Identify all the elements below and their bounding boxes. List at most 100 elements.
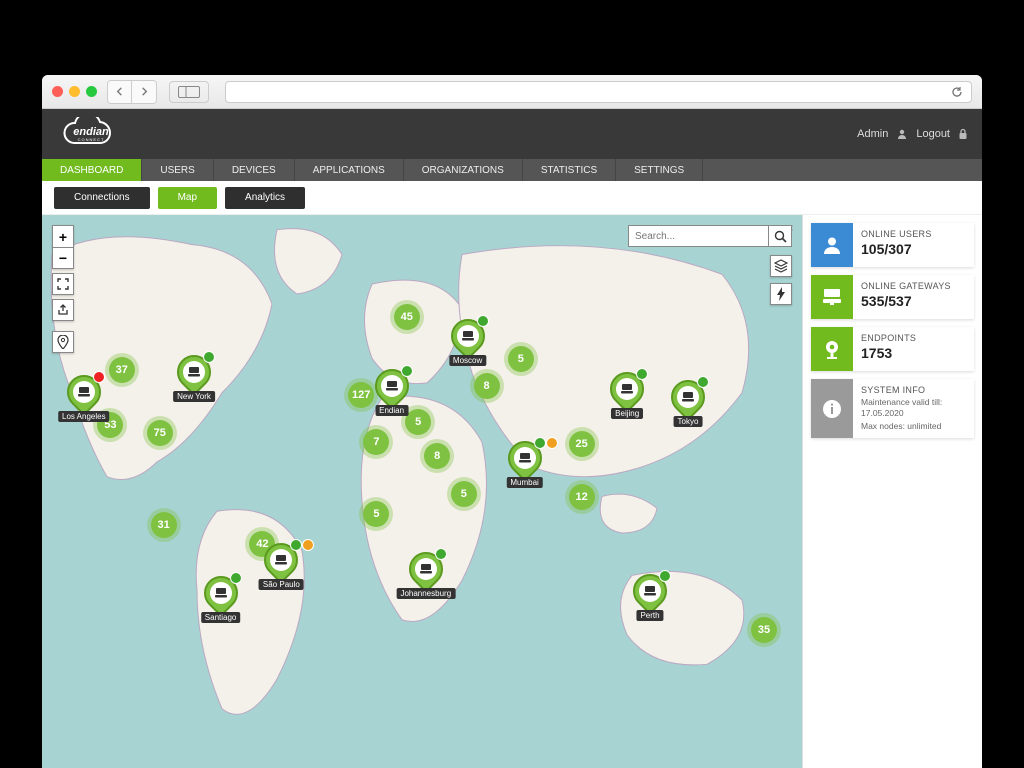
stat-card-endpoints[interactable]: ENDPOINTS 1753	[811, 327, 974, 371]
pin-label: Mumbai	[506, 477, 542, 488]
admin-link[interactable]: Admin	[857, 128, 888, 140]
cluster-bubble[interactable]: 8	[474, 373, 500, 399]
pin-label: São Paulo	[259, 579, 304, 590]
brand-logo[interactable]: endian CONNECT	[56, 117, 126, 151]
export-button[interactable]	[52, 299, 74, 321]
pin-icon	[57, 335, 69, 349]
status-ok-icon	[203, 351, 215, 363]
tab-settings[interactable]: SETTINGS	[616, 159, 703, 181]
cluster-bubble[interactable]: 37	[109, 357, 135, 383]
status-error-icon	[93, 371, 105, 383]
gateway-pin-tokyo[interactable]: Tokyo	[671, 380, 705, 414]
layers-button[interactable]	[770, 255, 792, 277]
pin-label: Moscow	[449, 355, 486, 366]
stat-label: ONLINE USERS	[861, 229, 966, 239]
nav-back-button[interactable]	[108, 81, 132, 103]
cluster-bubble[interactable]: 31	[151, 512, 177, 538]
cluster-bubble[interactable]: 25	[569, 431, 595, 457]
pin-label: Beijing	[611, 408, 643, 419]
stat-subtext: Maintenance valid till: 17.05.2020	[861, 397, 966, 419]
tab-users[interactable]: USERS	[142, 159, 213, 181]
zoom-out-button[interactable]: −	[52, 247, 74, 269]
status-ok-icon	[290, 539, 302, 551]
user-badge-icon	[546, 437, 558, 449]
export-icon	[57, 304, 69, 316]
sidebar-toggle-button[interactable]	[169, 81, 209, 103]
stat-card-online-users[interactable]: ONLINE USERS105/307	[811, 223, 974, 267]
status-ok-icon	[697, 376, 709, 388]
lock-icon	[958, 128, 968, 140]
nav-back-forward	[107, 80, 157, 104]
tab-dashboard[interactable]: DASHBOARD	[42, 159, 142, 181]
gateway-pin-beijing[interactable]: Beijing	[610, 372, 644, 406]
zoom-in-button[interactable]: +	[52, 225, 74, 247]
gateway-pin-moscow[interactable]: Moscow	[451, 319, 485, 353]
url-bar[interactable]	[225, 81, 972, 103]
nav-forward-button[interactable]	[132, 81, 156, 103]
gateway-pin-new-york[interactable]: New York	[177, 355, 211, 389]
cluster-bubble[interactable]: 7	[363, 429, 389, 455]
stat-card-system-info[interactable]: SYSTEM INFO Maintenance valid till: 17.05…	[811, 379, 974, 438]
stat-label: SYSTEM INFO	[861, 385, 966, 395]
user-badge-icon	[302, 539, 314, 551]
pin-label: Perth	[636, 610, 663, 621]
tab-applications[interactable]: APPLICATIONS	[295, 159, 404, 181]
cluster-bubble[interactable]: 5	[508, 346, 534, 372]
subtab-connections[interactable]: Connections	[54, 187, 150, 209]
search-icon	[774, 230, 787, 243]
cluster-bubble[interactable]: 5	[451, 481, 477, 507]
map-area[interactable]: + −	[42, 215, 802, 768]
tab-statistics[interactable]: STATISTICS	[523, 159, 616, 181]
gateway-pin-são-paulo[interactable]: São Paulo	[264, 543, 298, 577]
subtab-analytics[interactable]: Analytics	[225, 187, 305, 209]
search-button[interactable]	[768, 225, 792, 247]
device-icon	[639, 580, 661, 602]
device-icon	[183, 361, 205, 383]
device-icon	[73, 381, 95, 403]
status-ok-icon	[636, 368, 648, 380]
cluster-bubble[interactable]: 5	[363, 501, 389, 527]
browser-window: endian CONNECT Admin Logout DASHBOARDUSE…	[42, 75, 982, 768]
window-close-icon[interactable]	[52, 86, 63, 97]
window-maximize-icon[interactable]	[86, 86, 97, 97]
poi-button[interactable]	[52, 331, 74, 353]
gateway-pin-johannesburg[interactable]: Johannesburg	[409, 552, 443, 586]
gateway-pin-perth[interactable]: Perth	[633, 574, 667, 608]
cluster-bubble[interactable]: 8	[424, 443, 450, 469]
gateway-icon	[811, 275, 853, 319]
stat-value: 1753	[861, 345, 966, 361]
logout-link[interactable]: Logout	[916, 128, 950, 140]
search-input[interactable]	[628, 225, 768, 247]
bolt-button[interactable]	[770, 283, 792, 305]
cluster-bubble[interactable]: 5	[405, 409, 431, 435]
cluster-bubble[interactable]: 12	[569, 484, 595, 510]
pin-label: Los Angeles	[58, 411, 110, 422]
map-controls-left: + −	[52, 225, 74, 353]
gateway-pin-santiago[interactable]: Santiago	[204, 576, 238, 610]
pin-label: New York	[173, 391, 215, 402]
reload-icon[interactable]	[951, 86, 963, 98]
tab-organizations[interactable]: ORGANIZATIONS	[404, 159, 523, 181]
pin-label: Endian	[375, 405, 408, 416]
stat-label: ENDPOINTS	[861, 333, 966, 343]
tab-devices[interactable]: DEVICES	[214, 159, 295, 181]
sub-nav: Connections Map Analytics	[42, 181, 982, 215]
cluster-bubble[interactable]: 75	[147, 420, 173, 446]
stat-card-online-gateways[interactable]: ONLINE GATEWAYS535/537	[811, 275, 974, 319]
fullscreen-button[interactable]	[52, 273, 74, 295]
device-icon	[514, 447, 536, 469]
subtab-map[interactable]: Map	[158, 187, 217, 209]
main-nav: DASHBOARDUSERSDEVICESAPPLICATIONSORGANIZ…	[42, 159, 982, 181]
gateway-pin-mumbai[interactable]: Mumbai	[508, 441, 542, 475]
device-icon	[381, 375, 403, 397]
svg-text:CONNECT: CONNECT	[78, 137, 105, 142]
gateway-pin-endian[interactable]: Endian	[375, 369, 409, 403]
window-minimize-icon[interactable]	[69, 86, 80, 97]
cluster-bubble[interactable]: 127	[348, 382, 374, 408]
gateway-pin-los-angeles[interactable]: Los Angeles	[67, 375, 101, 409]
cluster-bubble[interactable]: 45	[394, 304, 420, 330]
pin-label: Johannesburg	[396, 588, 455, 599]
user-icon	[896, 128, 908, 140]
status-ok-icon	[230, 572, 242, 584]
cluster-bubble[interactable]: 35	[751, 617, 777, 643]
